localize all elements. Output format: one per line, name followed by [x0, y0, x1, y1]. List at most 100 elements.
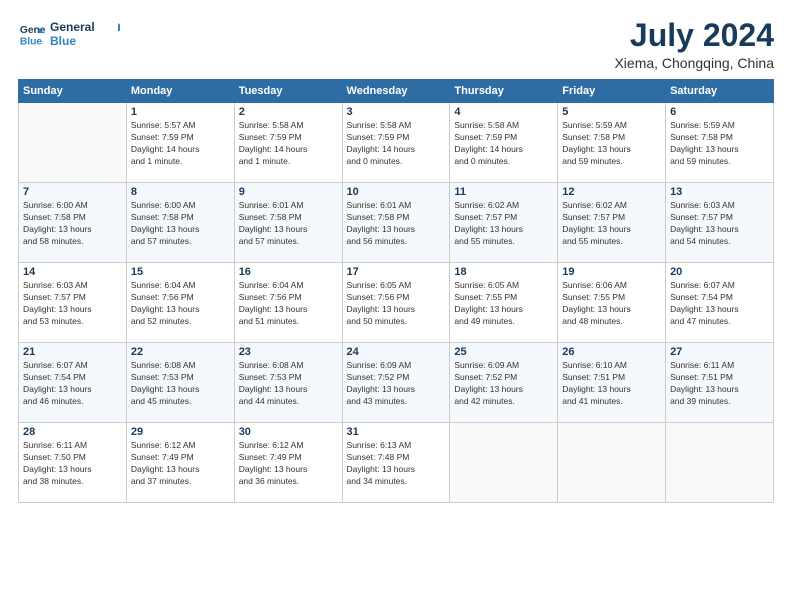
- location-label: Xiema, Chongqing, China: [614, 55, 774, 71]
- day-cell: [558, 423, 666, 503]
- day-info: Sunrise: 6:09 AM Sunset: 7:52 PM Dayligh…: [347, 360, 446, 408]
- day-number: 10: [347, 186, 446, 198]
- day-info: Sunrise: 6:00 AM Sunset: 7:58 PM Dayligh…: [23, 200, 122, 248]
- day-cell: 15 Sunrise: 6:04 AM Sunset: 7:56 PM Dayli…: [126, 263, 234, 343]
- day-info: Sunrise: 6:12 AM Sunset: 7:49 PM Dayligh…: [131, 440, 230, 488]
- column-header-friday: Friday: [558, 80, 666, 103]
- day-cell: 19 Sunrise: 6:06 AM Sunset: 7:55 PM Dayli…: [558, 263, 666, 343]
- svg-text:General: General: [20, 25, 46, 36]
- day-info: Sunrise: 6:02 AM Sunset: 7:57 PM Dayligh…: [562, 200, 661, 248]
- day-cell: 14Sunrise: 6:03 AM Sunset: 7:57 PM Dayli…: [19, 263, 127, 343]
- day-info: Sunrise: 6:08 AM Sunset: 7:53 PM Dayligh…: [131, 360, 230, 408]
- day-info: Sunrise: 6:10 AM Sunset: 7:51 PM Dayligh…: [562, 360, 661, 408]
- day-number: 18: [454, 266, 553, 278]
- day-number: 1: [131, 106, 230, 118]
- day-info: Sunrise: 6:07 AM Sunset: 7:54 PM Dayligh…: [23, 360, 122, 408]
- month-year-title: July 2024: [614, 18, 774, 53]
- day-number: 11: [454, 186, 553, 198]
- day-info: Sunrise: 6:04 AM Sunset: 7:56 PM Dayligh…: [131, 280, 230, 328]
- calendar-page: General Blue General Blue July 2024 Xiem…: [0, 0, 792, 612]
- day-number: 8: [131, 186, 230, 198]
- day-number: 22: [131, 346, 230, 358]
- day-number: 15: [131, 266, 230, 278]
- day-info: Sunrise: 6:09 AM Sunset: 7:52 PM Dayligh…: [454, 360, 553, 408]
- day-cell: 8 Sunrise: 6:00 AM Sunset: 7:58 PM Daylig…: [126, 183, 234, 263]
- day-cell: 4 Sunrise: 5:58 AM Sunset: 7:59 PM Daylig…: [450, 103, 558, 183]
- day-cell: 28Sunrise: 6:11 AM Sunset: 7:50 PM Dayli…: [19, 423, 127, 503]
- day-info: Sunrise: 5:58 AM Sunset: 7:59 PM Dayligh…: [347, 120, 446, 168]
- column-header-tuesday: Tuesday: [234, 80, 342, 103]
- day-cell: 2 Sunrise: 5:58 AM Sunset: 7:59 PM Daylig…: [234, 103, 342, 183]
- day-number: 13: [670, 186, 769, 198]
- day-cell: 22 Sunrise: 6:08 AM Sunset: 7:53 PM Dayli…: [126, 343, 234, 423]
- day-number: 30: [239, 426, 338, 438]
- day-cell: 23 Sunrise: 6:08 AM Sunset: 7:53 PM Dayli…: [234, 343, 342, 423]
- day-info: Sunrise: 5:59 AM Sunset: 7:58 PM Dayligh…: [670, 120, 769, 168]
- day-info: Sunrise: 6:11 AM Sunset: 7:51 PM Dayligh…: [670, 360, 769, 408]
- day-cell: 16Sunrise: 6:04 AM Sunset: 7:56 PM Dayli…: [234, 263, 342, 343]
- week-row-3: 14Sunrise: 6:03 AM Sunset: 7:57 PM Dayli…: [19, 263, 774, 343]
- day-number: 9: [239, 186, 338, 198]
- day-info: Sunrise: 6:03 AM Sunset: 7:57 PM Dayligh…: [670, 200, 769, 248]
- day-cell: [666, 423, 774, 503]
- day-number: 14: [23, 266, 122, 278]
- day-number: 23: [239, 346, 338, 358]
- week-row-1: 1 Sunrise: 5:57 AM Sunset: 7:59 PM Daylig…: [19, 103, 774, 183]
- svg-text:Blue: Blue: [20, 36, 43, 47]
- column-header-saturday: Saturday: [666, 80, 774, 103]
- week-row-2: 7Sunrise: 6:00 AM Sunset: 7:58 PM Daylig…: [19, 183, 774, 263]
- day-cell: 5 Sunrise: 5:59 AM Sunset: 7:58 PM Daylig…: [558, 103, 666, 183]
- column-header-sunday: Sunday: [19, 80, 127, 103]
- day-info: Sunrise: 6:01 AM Sunset: 7:58 PM Dayligh…: [347, 200, 446, 248]
- day-number: 27: [670, 346, 769, 358]
- day-number: 5: [562, 106, 661, 118]
- day-cell: 29 Sunrise: 6:12 AM Sunset: 7:49 PM Dayli…: [126, 423, 234, 503]
- day-info: Sunrise: 6:05 AM Sunset: 7:55 PM Dayligh…: [454, 280, 553, 328]
- day-cell: 21 Sunrise: 6:07 AM Sunset: 7:54 PM Dayli…: [19, 343, 127, 423]
- column-header-wednesday: Wednesday: [342, 80, 450, 103]
- day-info: Sunrise: 5:58 AM Sunset: 7:59 PM Dayligh…: [454, 120, 553, 168]
- day-number: 12: [562, 186, 661, 198]
- day-info: Sunrise: 6:04 AM Sunset: 7:56 PM Dayligh…: [239, 280, 338, 328]
- day-info: Sunrise: 6:02 AM Sunset: 7:57 PM Dayligh…: [454, 200, 553, 248]
- week-row-4: 21 Sunrise: 6:07 AM Sunset: 7:54 PM Dayli…: [19, 343, 774, 423]
- day-cell: 6Sunrise: 5:59 AM Sunset: 7:58 PM Daylig…: [666, 103, 774, 183]
- day-cell: 17Sunrise: 6:05 AM Sunset: 7:56 PM Dayli…: [342, 263, 450, 343]
- day-info: Sunrise: 6:12 AM Sunset: 7:49 PM Dayligh…: [239, 440, 338, 488]
- column-header-monday: Monday: [126, 80, 234, 103]
- day-number: 3: [347, 106, 446, 118]
- day-cell: 26Sunrise: 6:10 AM Sunset: 7:51 PM Dayli…: [558, 343, 666, 423]
- day-cell: 18 Sunrise: 6:05 AM Sunset: 7:55 PM Dayli…: [450, 263, 558, 343]
- day-info: Sunrise: 6:08 AM Sunset: 7:53 PM Dayligh…: [239, 360, 338, 408]
- week-row-5: 28Sunrise: 6:11 AM Sunset: 7:50 PM Dayli…: [19, 423, 774, 503]
- day-number: 4: [454, 106, 553, 118]
- day-cell: 27 Sunrise: 6:11 AM Sunset: 7:51 PM Dayli…: [666, 343, 774, 423]
- header: General Blue General Blue July 2024 Xiem…: [18, 18, 774, 71]
- day-info: Sunrise: 6:01 AM Sunset: 7:58 PM Dayligh…: [239, 200, 338, 248]
- logo-svg: General Blue: [50, 18, 120, 50]
- day-info: Sunrise: 6:00 AM Sunset: 7:58 PM Dayligh…: [131, 200, 230, 248]
- day-info: Sunrise: 6:05 AM Sunset: 7:56 PM Dayligh…: [347, 280, 446, 328]
- day-number: 29: [131, 426, 230, 438]
- day-cell: 12 Sunrise: 6:02 AM Sunset: 7:57 PM Dayli…: [558, 183, 666, 263]
- day-info: Sunrise: 5:58 AM Sunset: 7:59 PM Dayligh…: [239, 120, 338, 168]
- day-info: Sunrise: 5:57 AM Sunset: 7:59 PM Dayligh…: [131, 120, 230, 168]
- header-row: SundayMondayTuesdayWednesdayThursdayFrid…: [19, 80, 774, 103]
- day-cell: 10 Sunrise: 6:01 AM Sunset: 7:58 PM Dayli…: [342, 183, 450, 263]
- day-number: 20: [670, 266, 769, 278]
- day-number: 21: [23, 346, 122, 358]
- day-cell: 7Sunrise: 6:00 AM Sunset: 7:58 PM Daylig…: [19, 183, 127, 263]
- day-cell: 31Sunrise: 6:13 AM Sunset: 7:48 PM Dayli…: [342, 423, 450, 503]
- title-block: July 2024 Xiema, Chongqing, China: [614, 18, 774, 71]
- day-number: 19: [562, 266, 661, 278]
- day-number: 25: [454, 346, 553, 358]
- calendar-table: SundayMondayTuesdayWednesdayThursdayFrid…: [18, 79, 774, 503]
- day-cell: 1 Sunrise: 5:57 AM Sunset: 7:59 PM Daylig…: [126, 103, 234, 183]
- day-number: 2: [239, 106, 338, 118]
- logo: General Blue General Blue: [18, 18, 120, 50]
- day-cell: 20Sunrise: 6:07 AM Sunset: 7:54 PM Dayli…: [666, 263, 774, 343]
- day-info: Sunrise: 6:06 AM Sunset: 7:55 PM Dayligh…: [562, 280, 661, 328]
- day-cell: 25 Sunrise: 6:09 AM Sunset: 7:52 PM Dayli…: [450, 343, 558, 423]
- column-header-thursday: Thursday: [450, 80, 558, 103]
- day-info: Sunrise: 5:59 AM Sunset: 7:58 PM Dayligh…: [562, 120, 661, 168]
